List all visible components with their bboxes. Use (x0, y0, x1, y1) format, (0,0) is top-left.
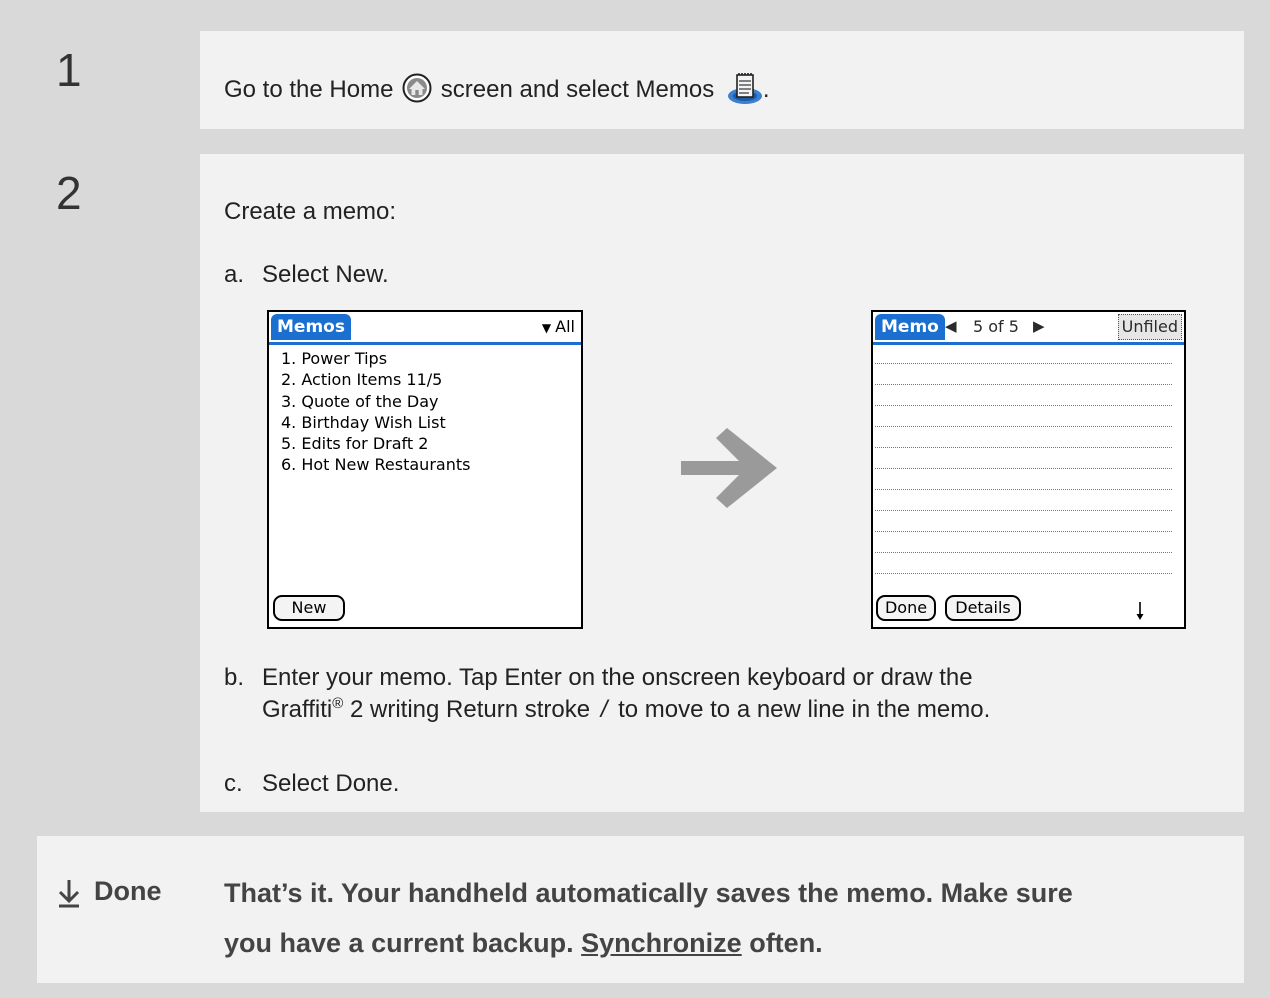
step-2: 2 Create a memo: a. Select New. Memos ▼ A… (37, 154, 1244, 812)
done-footer: Done That’s it. Your handheld automatica… (37, 836, 1244, 983)
list-item[interactable]: 3. Quote of the Day (281, 391, 470, 412)
graffiti-return-stroke-icon: / (600, 696, 608, 723)
right-arrow-icon (681, 428, 783, 513)
scroll-indicator-icon[interactable] (1135, 601, 1145, 625)
step-number: 1 (37, 31, 200, 129)
category-selector[interactable]: Unfiled (1117, 314, 1182, 340)
list-item[interactable]: 5. Edits for Draft 2 (281, 433, 470, 454)
step-number: 2 (37, 154, 200, 812)
done-text-line2: you have a current backup. Synchronize o… (224, 928, 823, 958)
line-divider (875, 510, 1172, 511)
chevron-down-icon: ▼ (541, 321, 552, 335)
substep-b-marker: b. (224, 664, 245, 691)
new-button[interactable]: New (273, 595, 345, 621)
step-1-text: Go to the Home screen and select Memos . (224, 71, 770, 112)
next-record-icon[interactable]: ▶ (1033, 317, 1045, 335)
line-divider (875, 573, 1172, 574)
step-1: 1 Go to the Home screen and select Memos (37, 31, 1244, 129)
list-item[interactable]: 2. Action Items 11/5 (281, 369, 470, 390)
line-divider (875, 468, 1172, 469)
substep-b-line2: Graffiti® 2 writing Return stroke / to m… (262, 695, 991, 723)
memos-list-screen: Memos ▼ All 1. Power Tips 2. Action Items… (267, 310, 583, 629)
done-text-line1: That’s it. Your handheld automatically s… (224, 878, 1073, 908)
line-divider (875, 426, 1172, 427)
line-divider (875, 489, 1172, 490)
memo-edit-screen: Memo ◀ 5 of 5 ▶ Unfiled Done Details (871, 310, 1186, 629)
substep-a-text: Select New. (262, 261, 389, 288)
line-divider (875, 363, 1172, 364)
line-divider (875, 384, 1172, 385)
memos-icon (727, 71, 763, 112)
synchronize-link[interactable]: Synchronize (581, 928, 742, 958)
line-divider (875, 552, 1172, 553)
category-dropdown[interactable]: ▼ All (542, 317, 575, 336)
list-item[interactable]: 4. Birthday Wish List (281, 412, 470, 433)
line-divider (875, 447, 1172, 448)
step-body: Go to the Home screen and select Memos . (200, 31, 1244, 129)
home-icon (402, 73, 432, 110)
list-item[interactable]: 6. Hot New Restaurants (281, 454, 470, 475)
done-button[interactable]: Done (876, 595, 936, 621)
memo-list: 1. Power Tips 2. Action Items 11/5 3. Qu… (281, 348, 470, 476)
substep-b-line1: Enter your memo. Tap Enter on the onscre… (262, 664, 973, 691)
substep-c-text: Select Done. (262, 770, 400, 797)
record-counter: 5 of 5 (973, 317, 1019, 336)
step-2-intro: Create a memo: (224, 198, 397, 225)
substep-c-marker: c. (224, 770, 243, 797)
down-arrow-icon (57, 878, 81, 913)
substep-a-marker: a. (224, 261, 245, 288)
memo-title-tab: Memo (875, 314, 945, 340)
registered-mark: ® (332, 695, 344, 712)
line-divider (875, 531, 1172, 532)
list-item[interactable]: 1. Power Tips (281, 348, 470, 369)
details-button[interactable]: Details (945, 595, 1021, 621)
line-divider (875, 405, 1172, 406)
step-body: Create a memo: a. Select New. Memos ▼ All… (200, 154, 1244, 812)
done-label: Done (94, 876, 162, 906)
memos-title-tab: Memos (271, 314, 351, 340)
previous-record-icon[interactable]: ◀ (945, 317, 957, 335)
